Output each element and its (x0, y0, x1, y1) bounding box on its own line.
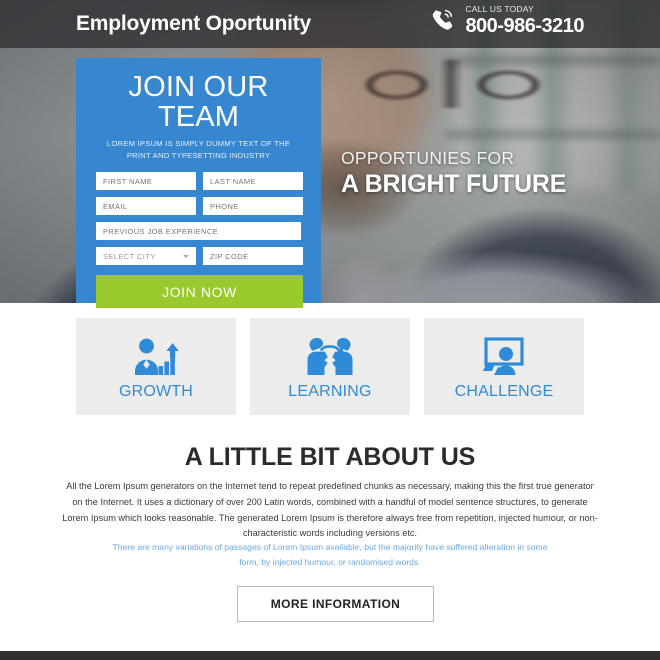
call-text-group: CALL US TODAY 800-986-3210 (465, 5, 584, 36)
form-title: JOIN OUR TEAM (128, 71, 269, 134)
about-note-text: There are many variations of passages of… (112, 542, 548, 568)
email-input[interactable] (96, 197, 196, 216)
feature-label-growth: GROWTH (118, 382, 194, 400)
select-city-dropdown[interactable]: SELECT CITY (96, 247, 196, 266)
feature-card-challenge[interactable]: CHALLENGE (424, 318, 584, 415)
growth-chart-person-icon (131, 333, 181, 377)
phone-number[interactable]: 800-986-3210 (465, 16, 584, 36)
phone-input[interactable] (203, 197, 303, 216)
join-now-button[interactable]: JOIN NOW (96, 275, 303, 309)
form-row-name (96, 172, 303, 191)
lead-capture-form: JOIN OUR TEAM LOREM IPSUM IS SIMPLY DUMM… (76, 58, 321, 309)
feature-label-challenge: CHALLENGE (454, 382, 554, 400)
landing-page: Employment Oportunity CALL US TODAY 800-… (0, 0, 660, 660)
feature-card-growth[interactable]: GROWTH (76, 318, 236, 415)
about-body-text: All the Lorem Ipsum generators on the In… (62, 481, 598, 539)
about-title: A LITTLE BIT ABOUT US (184, 443, 476, 471)
feature-boxes: GROWTH LEARNING CHALLENGE (76, 318, 584, 415)
feature-card-learning[interactable]: LEARNING (250, 318, 410, 415)
previous-job-experience-input[interactable] (96, 222, 301, 241)
hero-headline-line1: OPPORTUNIES FOR (341, 148, 515, 168)
top-header-bar: Employment Oportunity CALL US TODAY 800-… (0, 0, 660, 48)
brand-title: Employment Oportunity (76, 12, 311, 35)
phone-call-icon (433, 9, 453, 30)
more-information-button[interactable]: MORE INFORMATION (237, 586, 434, 622)
last-name-input[interactable] (203, 172, 303, 191)
zip-code-input[interactable] (203, 247, 303, 266)
call-us-label: CALL US TODAY (465, 4, 534, 14)
form-fields: SELECT CITY JOIN NOW (96, 172, 303, 309)
hero-headline-line2: A BRIGHT FUTURE (341, 170, 567, 198)
form-subtitle: LOREM IPSUM IS SIMPLY DUMMY TEXT OF THE … (106, 138, 291, 160)
form-row-location: SELECT CITY (96, 247, 303, 266)
form-row-contact (96, 197, 303, 216)
select-city-wrapper[interactable]: SELECT CITY (96, 247, 196, 266)
feature-label-learning: LEARNING (288, 382, 372, 400)
first-name-input[interactable] (96, 172, 196, 191)
form-row-experience (96, 222, 301, 241)
hero-headline: OPPORTUNIES FOR A BRIGHT FUTURE (341, 148, 566, 199)
chevron-down-icon (183, 255, 189, 259)
call-us-block[interactable]: CALL US TODAY 800-986-3210 (429, 5, 584, 36)
footer-bar (0, 651, 660, 660)
presenter-whiteboard-icon (480, 333, 528, 377)
knowledge-transfer-heads-icon (304, 333, 356, 377)
